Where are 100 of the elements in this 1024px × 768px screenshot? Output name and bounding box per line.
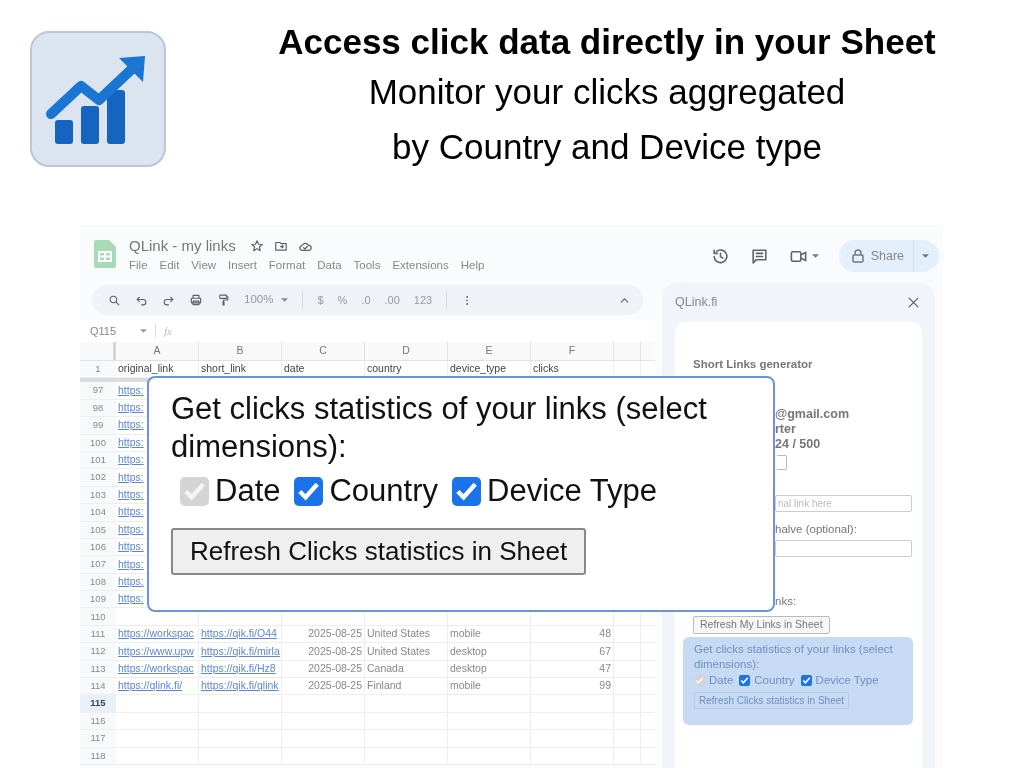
format-button[interactable]: % [337,291,348,309]
dimension-label: Date [709,672,734,688]
link[interactable]: https://qik.fi/qlink [201,678,279,695]
number-cell-text: 99 [599,678,611,694]
link[interactable]: https: [118,434,144,451]
checkbox[interactable] [294,476,324,506]
email-text: @gmail.com [775,407,850,423]
table-cell: mobile [450,626,481,642]
link[interactable]: https: [118,504,144,521]
row-number[interactable]: 104 [80,504,116,521]
table-cell-text: desktop [450,643,487,659]
menu-item[interactable]: Help [460,257,485,275]
column-header[interactable]: D [365,342,448,360]
format-button[interactable]: 123 [413,291,433,309]
print-icon[interactable] [189,293,203,307]
row-number[interactable]: 114 [80,678,116,695]
menu-item[interactable]: File [129,257,148,275]
dimension-label: Country [754,672,795,688]
link[interactable]: https://qlink.fi/ [118,678,183,695]
row-number[interactable]: 107 [80,556,116,573]
link[interactable]: https: [118,452,144,468]
share-button[interactable]: Share [838,240,939,272]
header-cell-text: country [367,361,402,377]
banner-subtitle: by Country and Device type [392,126,822,168]
column-header[interactable]: F [531,342,614,360]
comment-icon[interactable] [749,246,769,266]
format-button[interactable]: .00 [384,291,400,309]
alias-label: halve (optional): [775,522,858,538]
link[interactable]: https: [118,539,144,555]
date-cell: 2025-08-25 [308,626,362,642]
menu-item[interactable]: View [191,257,217,275]
usage-text: 24 / 500 [775,437,822,453]
column-header[interactable]: B [199,342,282,360]
menu-item[interactable]: Insert [228,257,257,275]
link[interactable]: https: [118,521,144,538]
menu-item[interactable]: Format [268,257,306,275]
format-button[interactable]: $ [317,291,324,309]
row-number[interactable]: 109 [80,591,116,608]
refresh-stats-button[interactable]: Refresh Clicks statistics in Sheet [171,528,587,575]
stats-title: Get clicks statistics of your links (select dimensions): [694,641,894,672]
refresh-stats-button[interactable]: Refresh Clicks statistics in Sheet [694,691,850,709]
checkbox[interactable] [739,674,751,686]
header-cell-text: date [284,361,305,377]
star-icon[interactable] [249,239,264,253]
dimension-label: Device Type [487,472,658,510]
alias-input-field[interactable] [775,539,912,557]
sidebar-title: QLink.fi [675,293,718,311]
column-header[interactable]: E [448,342,531,360]
link[interactable]: https: [118,400,144,416]
column-header[interactable]: A [116,342,199,360]
callout-title: Get clicks statistics of your links (select dimensions): [171,390,708,466]
link[interactable]: https: [118,591,144,608]
link[interactable]: https: [118,574,144,590]
table-cell-text: mobile [450,678,481,694]
link-input-field[interactable]: nal link here [775,495,912,513]
row-number[interactable]: 102 [80,469,116,486]
link[interactable]: https://qik.fi/Hz8 [201,660,276,677]
row-number[interactable]: 97 [80,382,116,399]
checkbox[interactable] [452,476,482,506]
table-cell: United States [367,626,431,642]
link[interactable]: https://workspac [118,660,194,677]
menu-item[interactable]: Data [317,257,342,275]
format-button[interactable]: .0 [361,291,371,309]
link[interactable]: https://workspac [118,626,194,642]
link[interactable]: https: [118,487,144,503]
name-box[interactable]: Q115 [80,322,140,340]
paint-roller-icon[interactable] [217,293,230,307]
link[interactable]: https: [118,382,144,399]
link[interactable]: https://qik.fi/mirla [201,643,280,660]
table-cell-text: United States [367,643,431,659]
table-cell-text: Finland [367,678,402,694]
search-icon[interactable] [108,293,121,307]
link[interactable]: https: [118,417,144,434]
caret-icon [922,254,929,258]
zoom-select[interactable]: 100% [244,291,289,309]
checkbox[interactable] [800,674,812,686]
row-number[interactable]: 99 [80,417,116,434]
document-title[interactable]: QLink - my links [129,237,236,255]
history-icon[interactable] [710,246,730,266]
link[interactable]: https: [118,556,144,573]
refresh-links-button[interactable]: Refresh My Links in Sheet [693,615,830,634]
header-cell-text: short_link [201,361,246,377]
row-number[interactable]: 1 [80,361,116,378]
link[interactable]: https: [118,469,144,486]
menu-item[interactable]: Extensions [392,257,449,275]
date-cell-text: 2025-08-25 [308,678,362,694]
link[interactable]: https://www.upw [118,643,194,660]
folder-icon[interactable] [273,239,288,253]
column-header[interactable]: C [282,342,365,360]
menu-item[interactable]: Tools [353,257,381,275]
row-number[interactable]: 117 [80,730,116,747]
select-field[interactable] [777,455,787,471]
header-cell-text: device_type [450,361,507,377]
row-number[interactable]: 115 [80,695,116,712]
row-number[interactable]: 110 [80,608,116,625]
row-number[interactable]: 112 [80,643,116,660]
caret-icon [281,298,289,302]
link[interactable]: https://qik.fi/O44 [201,626,277,642]
menu-item[interactable]: Edit [159,257,180,275]
formula-label: fx [164,323,172,339]
